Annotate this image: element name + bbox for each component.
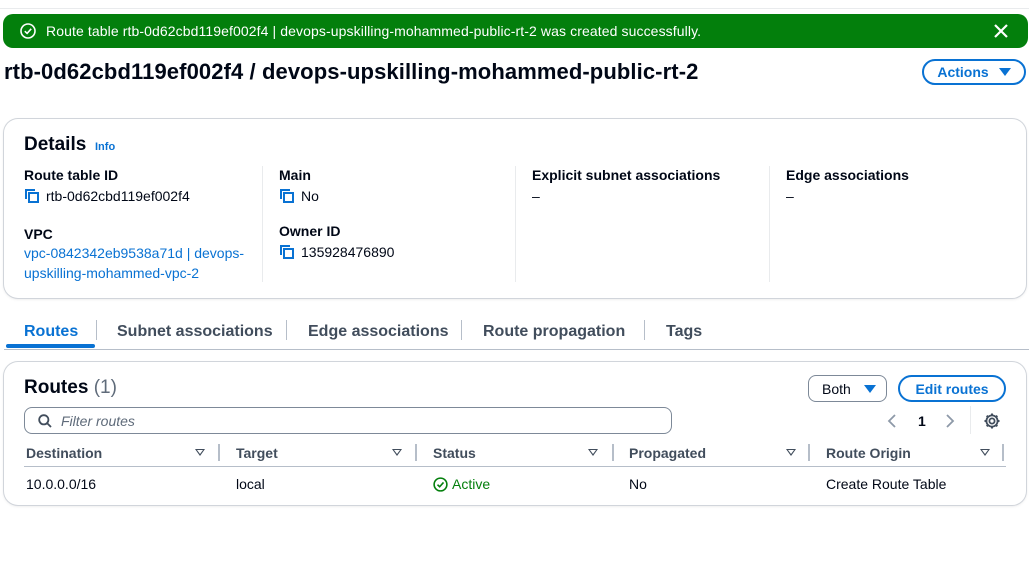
column-divider <box>769 166 770 282</box>
main-value: No <box>301 188 319 204</box>
tabs-divider <box>4 349 1029 350</box>
caret-down-icon <box>864 385 876 393</box>
column-resizer[interactable] <box>415 444 417 461</box>
edge-associations-value: – <box>786 188 794 204</box>
column-header-propagated[interactable]: Propagated <box>629 441 706 465</box>
owner-id-label: Owner ID <box>279 223 341 239</box>
page-number[interactable]: 1 <box>918 413 926 429</box>
filter-routes-field[interactable] <box>24 407 672 434</box>
info-link[interactable]: Info <box>95 141 115 153</box>
vpc-link-cont[interactable]: upskilling-mohammed-vpc-2 <box>24 263 244 283</box>
column-resizer[interactable] <box>808 444 810 461</box>
actions-label: Actions <box>937 64 989 80</box>
routes-heading: Routes (1) <box>24 377 117 399</box>
close-icon[interactable] <box>993 23 1009 39</box>
column-resizer[interactable] <box>612 444 614 461</box>
sort-icon[interactable] <box>195 449 205 456</box>
column-resizer[interactable] <box>218 444 220 461</box>
owner-id-value: 135928476890 <box>301 244 395 260</box>
tab-divider <box>286 320 287 340</box>
tab-subnet-associations[interactable]: Subnet associations <box>117 316 273 348</box>
details-col-3: Explicit subnet associations – <box>532 166 720 205</box>
cell-status: Active <box>433 474 490 494</box>
column-divider <box>515 166 516 282</box>
cell-destination: 10.0.0.0/16 <box>26 476 97 492</box>
details-col-2: Main No Owner ID 135928476890 <box>279 166 394 261</box>
column-header-status[interactable]: Status <box>433 441 476 465</box>
page-title: rtb-0d62cbd119ef002f4 / devops-upskillin… <box>4 59 699 84</box>
active-tab-indicator <box>6 344 95 348</box>
actions-button[interactable]: Actions <box>922 59 1026 85</box>
sort-icon[interactable] <box>786 449 796 456</box>
routes-title: Routes <box>24 377 89 398</box>
search-icon <box>38 413 52 428</box>
copy-icon[interactable] <box>279 188 295 204</box>
route-filter-value: Both <box>822 380 851 397</box>
details-heading: Details <box>24 134 87 155</box>
edge-associations-label: Edge associations <box>786 167 909 183</box>
explicit-subnet-label: Explicit subnet associations <box>532 167 721 183</box>
caret-down-icon <box>998 68 1011 76</box>
sort-icon[interactable] <box>588 449 598 456</box>
tab-route-propagation[interactable]: Route propagation <box>483 316 625 348</box>
routes-count: (1) <box>93 377 117 398</box>
column-header-target[interactable]: Target <box>236 441 278 465</box>
explicit-subnet-value: – <box>532 188 540 204</box>
copy-icon[interactable] <box>24 188 40 204</box>
cell-propagated: No <box>629 476 647 492</box>
status-success-icon <box>433 476 448 492</box>
tab-divider <box>96 320 97 340</box>
pagination: 1 <box>884 409 958 433</box>
filter-routes-input[interactable] <box>61 412 641 429</box>
details-col-1: Route table ID rtb-0d62cbd119ef002f4 VPC… <box>24 166 244 283</box>
route-filter-select[interactable]: Both <box>808 375 887 402</box>
tab-edge-associations[interactable]: Edge associations <box>308 316 449 348</box>
table-row: 10.0.0.0/16 local Active No Create Route… <box>24 474 1006 496</box>
routes-table-header: Destination Target Status Propagated Rou… <box>24 441 1006 467</box>
tab-tags[interactable]: Tags <box>666 316 702 348</box>
cell-route-origin: Create Route Table <box>826 476 947 492</box>
tab-divider <box>461 320 462 340</box>
gear-icon[interactable] <box>983 412 1001 430</box>
tab-bar: Routes Subnet associations Edge associat… <box>4 316 1029 350</box>
cell-target: local <box>236 476 265 492</box>
route-table-id-label: Route table ID <box>24 167 119 183</box>
routes-panel: Routes (1) Both Edit routes 1 Destinatio… <box>4 362 1026 505</box>
column-header-destination[interactable]: Destination <box>26 441 102 465</box>
success-flash: Route table rtb-0d62cbd119ef002f4 | devo… <box>3 14 1028 48</box>
success-check-icon <box>20 23 36 39</box>
route-table-id-value: rtb-0d62cbd119ef002f4 <box>46 188 190 204</box>
edit-routes-button[interactable]: Edit routes <box>898 375 1006 402</box>
details-col-4: Edge associations – <box>786 166 909 205</box>
sort-icon[interactable] <box>392 449 402 456</box>
vpc-label: VPC <box>24 226 53 242</box>
main-label: Main <box>279 167 311 183</box>
pagination-divider <box>970 406 971 434</box>
details-panel: Details Info Route table ID rtb-0d62cbd1… <box>4 119 1026 298</box>
sort-icon[interactable] <box>980 449 990 456</box>
tab-divider <box>644 320 645 340</box>
status-label: Active <box>452 476 491 492</box>
column-resizer[interactable] <box>1002 444 1004 461</box>
vpc-link[interactable]: vpc-0842342eb9538a71d | devops- <box>24 243 244 263</box>
column-divider <box>262 166 263 282</box>
chevron-left-icon[interactable] <box>884 412 902 430</box>
chevron-right-icon[interactable] <box>940 412 958 430</box>
top-divider <box>0 8 1029 9</box>
column-header-route-origin[interactable]: Route Origin <box>826 441 911 465</box>
copy-icon[interactable] <box>279 244 295 260</box>
flash-message: Route table rtb-0d62cbd119ef002f4 | devo… <box>46 23 702 39</box>
